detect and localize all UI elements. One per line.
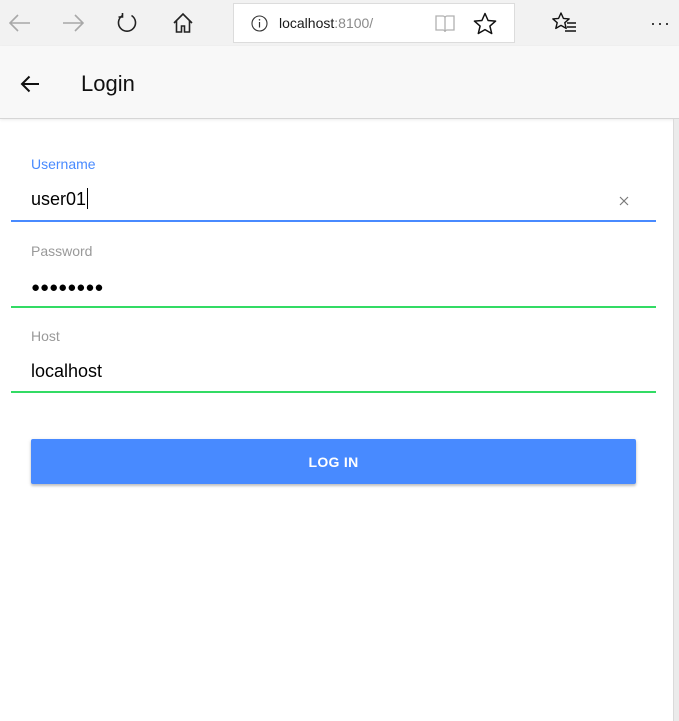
more-button[interactable]: ··· (650, 3, 679, 43)
home-icon (173, 12, 193, 33)
username-underline (11, 220, 656, 222)
browser-back-button[interactable] (0, 3, 40, 43)
host-label: Host (31, 328, 60, 344)
login-button[interactable]: LOG IN (31, 439, 636, 484)
more-icon: ··· (650, 12, 671, 33)
password-label: Password (31, 243, 93, 259)
password-input[interactable]: ●●●●●●●● (31, 277, 103, 299)
host-field: Host localhost (11, 318, 656, 395)
username-input[interactable]: user01 (31, 188, 89, 210)
page-title: Login (81, 71, 135, 96)
password-field: Password ●●●●●●●● (11, 233, 656, 310)
address-port: :8100/ (334, 15, 374, 31)
username-value: user01 (31, 189, 87, 209)
address-host: localhost (279, 15, 335, 31)
info-icon[interactable] (251, 15, 268, 32)
password-underline (11, 306, 656, 308)
username-field: Username user01 (11, 146, 656, 223)
back-button[interactable] (12, 66, 48, 102)
star-icon[interactable] (472, 11, 498, 37)
favorites-list-icon (552, 12, 576, 32)
arrow-left-icon (9, 14, 30, 32)
username-label: Username (31, 156, 96, 172)
close-icon (619, 196, 629, 206)
favorites-button[interactable] (544, 3, 584, 43)
arrow-left-icon (20, 75, 39, 93)
browser-refresh-button[interactable] (107, 3, 147, 43)
browser-home-button[interactable] (163, 3, 203, 43)
arrow-right-icon (63, 14, 84, 32)
address-text[interactable]: localhost:8100/ (279, 14, 373, 32)
clear-input-button[interactable] (614, 191, 634, 211)
browser-toolbar: localhost:8100/ ··· (0, 0, 679, 46)
browser-forward-button[interactable] (53, 3, 93, 43)
scrollbar[interactable] (673, 119, 679, 721)
text-caret (87, 188, 89, 209)
host-underline (11, 391, 656, 393)
refresh-icon (117, 13, 137, 32)
book-icon[interactable] (433, 12, 457, 36)
host-input[interactable]: localhost (31, 360, 102, 382)
app-header: Login (0, 46, 679, 119)
address-bar[interactable]: localhost:8100/ (233, 3, 515, 43)
